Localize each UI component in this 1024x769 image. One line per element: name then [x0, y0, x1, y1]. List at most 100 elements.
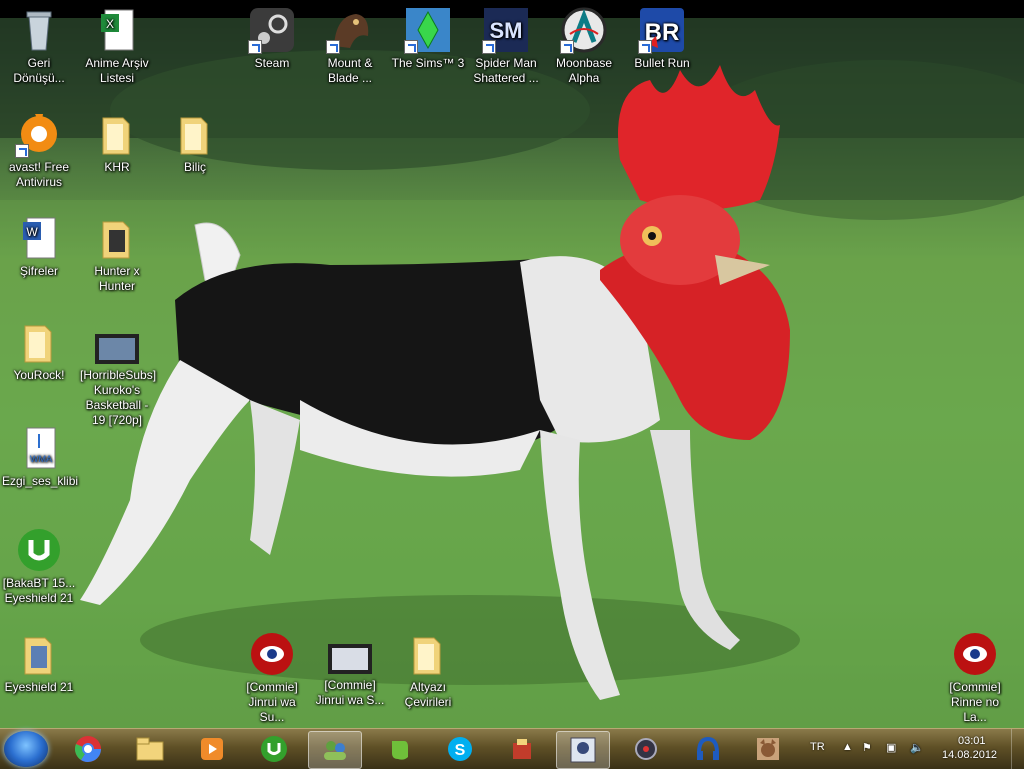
taskbar-utorrent-button[interactable] [248, 731, 300, 767]
moonbase-icon [560, 6, 608, 54]
shortcut-arrow-icon [404, 40, 418, 54]
taskbar-skype-button[interactable]: S [434, 731, 486, 767]
steam-icon [248, 6, 296, 54]
utorrent-icon [15, 526, 63, 574]
action-center-flag-icon[interactable]: ⚑ [862, 741, 872, 754]
kuroko-label: [HorribleSubs] Kuroko's Basketball - 19 … [80, 368, 157, 427]
video-file-icon [326, 642, 374, 676]
kuroko-video-item[interactable]: [HorribleSubs] Kuroko's Basketball - 19 … [80, 332, 157, 428]
taskbar-mkv-button[interactable] [682, 731, 734, 767]
hunter-label: Hunter x Hunter [94, 264, 140, 293]
steam-item[interactable]: Steam [235, 6, 309, 71]
sims-plumbob-icon [404, 6, 452, 54]
svg-text:S: S [455, 742, 466, 759]
video-file-icon [93, 332, 141, 366]
eyeshield-folder-item[interactable]: Eyeshield 21 [2, 630, 76, 695]
shortcut-arrow-icon [248, 40, 262, 54]
utorrent-icon [261, 736, 287, 762]
excel-file-icon: X [93, 6, 141, 54]
ezgi-label: Ezgi_ses_klibi [2, 474, 79, 488]
spiderman-item[interactable]: SM Spider Man Shattered ... [469, 6, 543, 86]
shortcut-arrow-icon [15, 144, 29, 158]
recycle-bin-icon-item[interactable]: Geri Dönüşü... [2, 6, 76, 86]
commie3-label: [Commie] Rinne no La... [949, 680, 1001, 724]
bakabt-label: [BakaBT 15... Eyeshield 21 [2, 576, 76, 605]
shortcut-arrow-icon [560, 40, 574, 54]
commie3-item[interactable]: [Commie] Rinne no La... [938, 630, 1012, 725]
media-player-eye-icon [951, 630, 999, 678]
media-player-icon [201, 738, 223, 760]
folder-icon [404, 630, 452, 678]
steam-label: Steam [254, 56, 290, 70]
shortcut-arrow-icon [638, 40, 652, 54]
svg-text:X: X [106, 17, 114, 31]
explorer-folder-icon [136, 737, 164, 761]
hunter-folder-item[interactable]: Hunter x Hunter [80, 214, 154, 294]
svg-text:W: W [26, 225, 38, 239]
commie2-label: [Commie] Jinrui wa S... [315, 678, 385, 707]
volume-speaker-icon[interactable]: 🔈 [910, 741, 924, 754]
evernote-icon [392, 741, 408, 760]
eyeshield-label: Eyeshield 21 [4, 680, 74, 694]
yourock-label: YouRock! [13, 368, 65, 382]
skype-icon: S [448, 737, 472, 761]
chrome-icon [74, 736, 102, 763]
messenger-icon [324, 741, 346, 760]
commie2-item[interactable]: [Commie] Jinrui wa S... [313, 642, 387, 708]
khr-label: KHR [104, 160, 130, 174]
sims-label: The Sims™ 3 [391, 56, 465, 70]
folder-icon [93, 110, 141, 158]
taskbar-messenger-button[interactable] [308, 731, 362, 769]
image-thumbnail-icon [570, 737, 596, 763]
start-button[interactable] [4, 731, 48, 767]
show-hidden-icons-arrow-icon[interactable]: ▲ [842, 741, 853, 753]
moonbase-item[interactable]: Moonbase Alpha [547, 6, 621, 86]
taskbar-character-app-button[interactable] [742, 731, 794, 767]
anime-list-label: Anime Arşiv Listesi [85, 56, 149, 85]
taskbar-evernote-button[interactable] [372, 731, 424, 767]
anime-list-item[interactable]: X Anime Arşiv Listesi [80, 6, 154, 86]
sifreler-item[interactable]: W Şifreler [2, 214, 76, 279]
show-desktop-button[interactable] [1011, 729, 1024, 769]
ezgi-audio-item[interactable]: WMA Ezgi_ses_klibi [2, 424, 79, 489]
yourock-folder-item[interactable]: YouRock! [2, 318, 76, 383]
altyazi-folder-item[interactable]: Altyazı Çevirileri [391, 630, 465, 710]
avast-item[interactable]: avast! Free Antivirus [2, 110, 76, 190]
shortcut-arrow-icon [326, 40, 340, 54]
mount-blade-icon [326, 6, 374, 54]
orb-app-icon [635, 738, 657, 760]
folder-icon [93, 214, 141, 262]
taskbar-media-player-button[interactable] [186, 731, 238, 767]
bilic-folder-item[interactable]: Biliç [158, 110, 232, 175]
folder-icon [171, 110, 219, 158]
bulletrun-item[interactable]: BR Bullet Run [625, 6, 699, 71]
taskbar-chrome-button[interactable] [62, 731, 114, 767]
recycle-bin-label: Geri Dönüşü... [13, 56, 65, 85]
taskbar-library-button[interactable] [496, 731, 548, 767]
clock-time[interactable]: 03:01 [958, 735, 986, 747]
avast-label: avast! Free Antivirus [8, 160, 70, 189]
mount-blade-item[interactable]: Mount & Blade ... [313, 6, 387, 86]
folder-icon [15, 630, 63, 678]
taskbar-explorer-button[interactable] [124, 731, 176, 767]
bilic-label: Biliç [183, 160, 206, 174]
altyazi-label: Altyazı Çevirileri [404, 680, 452, 709]
commie1-label: [Commie] Jinrui wa Su... [246, 680, 298, 724]
khr-folder-item[interactable]: KHR [80, 110, 154, 175]
network-icon[interactable]: ▣ [886, 741, 896, 754]
avast-icon [15, 110, 63, 158]
language-indicator[interactable]: TR [810, 741, 825, 753]
recycle-bin-icon [15, 6, 63, 54]
folder-icon [15, 318, 63, 366]
sims-item[interactable]: The Sims™ 3 [391, 6, 465, 71]
svg-text:WMA: WMA [30, 454, 52, 464]
bakabt-torrent-item[interactable]: [BakaBT 15... Eyeshield 21 [2, 526, 76, 606]
character-icon [757, 738, 779, 760]
moonbase-label: Moonbase Alpha [555, 56, 613, 85]
sifreler-label: Şifreler [19, 264, 58, 278]
taskbar-orb-app-button[interactable] [620, 731, 672, 767]
commie1-item[interactable]: [Commie] Jinrui wa Su... [235, 630, 309, 725]
clock-date[interactable]: 14.08.2012 [942, 749, 997, 761]
taskbar-image-viewer-button[interactable] [556, 731, 610, 769]
shortcut-arrow-icon [482, 40, 496, 54]
